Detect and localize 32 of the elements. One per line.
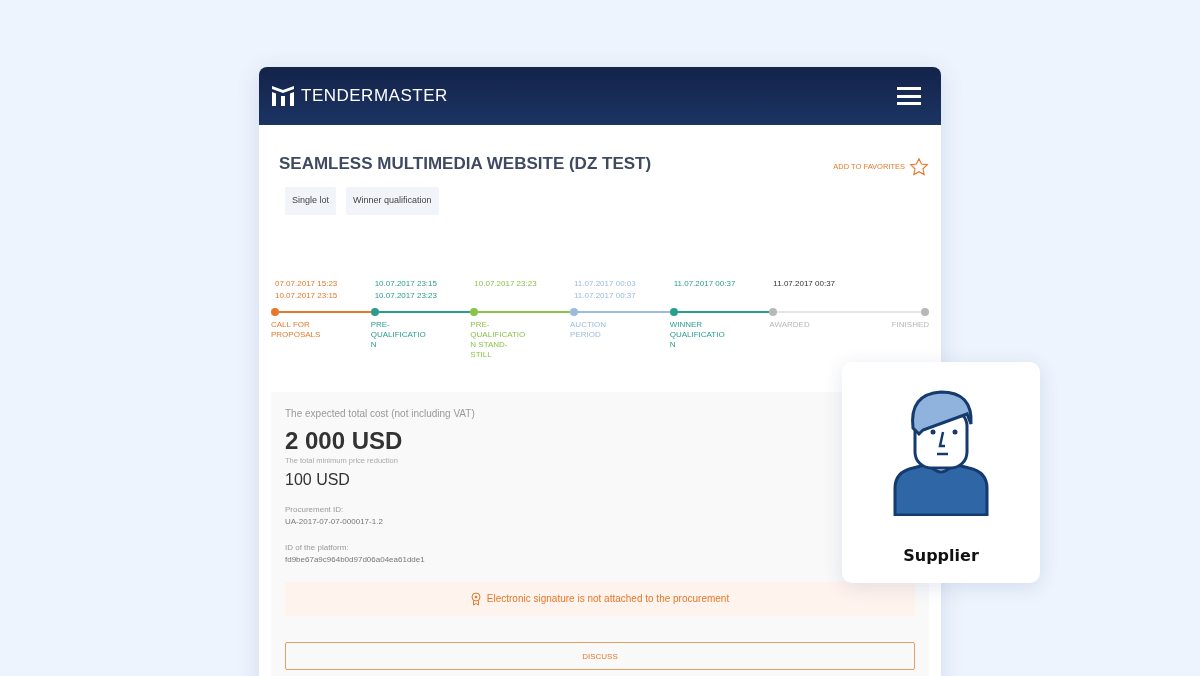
tag: Winner qualification <box>346 187 439 215</box>
stage-date: 11.07.2017 00:37 <box>574 289 637 302</box>
warning-text: Electronic signature is not attached to the procurement <box>486 592 730 607</box>
stage-date: 11.07.2017 00:37 <box>773 277 837 290</box>
stage-date: 11.07.2017 00:03 <box>574 277 637 290</box>
stage-date: 11.07.2017 00:37 <box>673 277 737 290</box>
stage-label: FINISHED <box>891 319 930 330</box>
cost-label: The expected total cost (not including VAT) <box>285 406 476 421</box>
stage-label: WINNER QUALIFICATION <box>669 319 726 350</box>
discuss-button[interactable]: DISCUSS <box>285 641 915 670</box>
logo-icon <box>271 85 295 107</box>
stage-label: PRE-QUALIFICATION <box>370 319 427 350</box>
stage-date: 07.07.2017 15:23 <box>275 277 339 290</box>
stage-date: 10.07.2017 23:15 <box>374 277 438 290</box>
role-label: Supplier <box>903 545 979 567</box>
platform-id-label: ID of the platform: <box>285 541 350 554</box>
tag: Single lot <box>285 187 337 215</box>
cost-value: 2 000 USD <box>285 426 404 455</box>
logo-text: TENDERMASTER <box>301 85 448 108</box>
page-title: SEAMLESS MULTIMEDIA WEBSITE (DZ TEST) <box>279 153 652 175</box>
stage-label: AWARDED <box>769 319 811 330</box>
procurement-id-label: Procurement ID: <box>285 503 345 516</box>
menu-icon[interactable] <box>897 87 921 105</box>
reduction-value: 100 USD <box>285 469 351 490</box>
stage-date: 10.07.2017 23:23 <box>374 289 438 302</box>
stage-label: CALL FOR PROPOSALS <box>271 319 322 340</box>
procurement-id: UA-2017-07-07-000017-1.2 <box>285 515 384 528</box>
award-icon <box>470 591 481 606</box>
stage-date: 10.07.2017 23:23 <box>474 277 538 290</box>
stage-label: PRE-QUALIFICATION STAND-STILL <box>470 319 527 360</box>
stage-date: 10.07.2017 23:15 <box>275 289 339 302</box>
stage-label: AUCTION PERIOD <box>570 319 607 340</box>
